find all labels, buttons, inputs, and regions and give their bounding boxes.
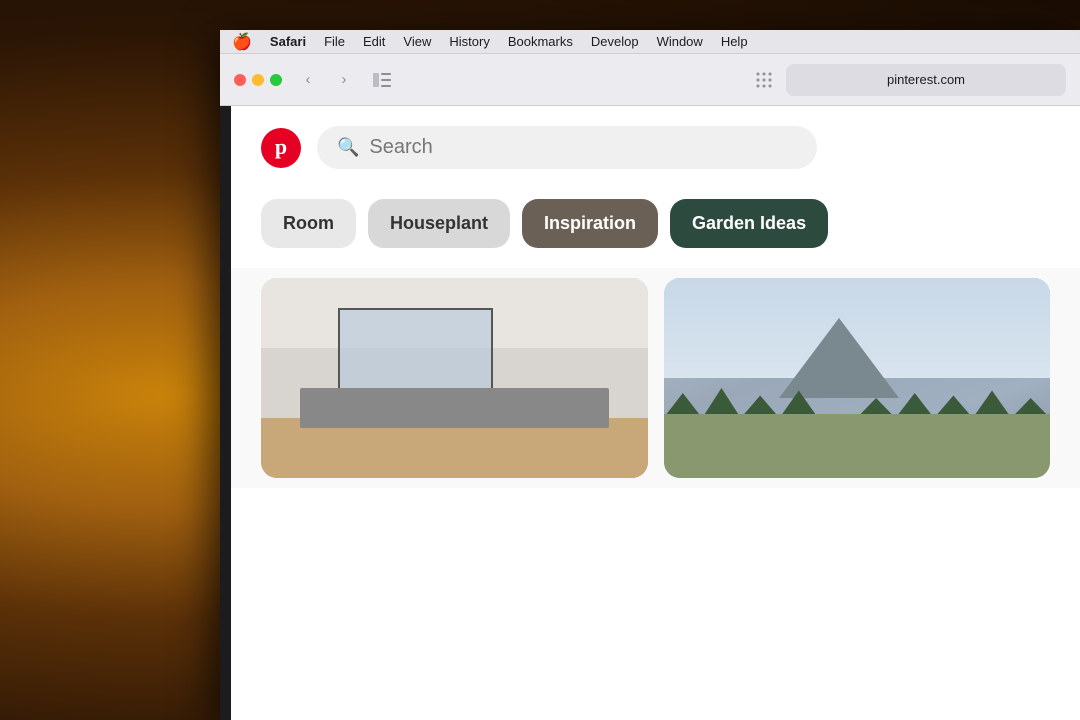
category-chip-inspiration[interactable]: Inspiration — [522, 199, 658, 248]
tab-grid-button[interactable] — [750, 66, 778, 94]
help-menu-item[interactable]: Help — [721, 34, 748, 49]
landscape-ground — [664, 414, 1051, 478]
pinterest-page: p 🔍 Search Room Houseplant Inspiration G… — [231, 106, 1080, 720]
pin-image-landscape — [664, 278, 1051, 478]
pin-card-landscape[interactable] — [664, 278, 1051, 478]
room-counter — [300, 388, 609, 428]
category-chip-garden-ideas[interactable]: Garden Ideas — [670, 199, 828, 248]
search-bar[interactable]: 🔍 Search — [317, 126, 817, 169]
close-button[interactable] — [234, 74, 246, 86]
landscape-mountain — [779, 318, 899, 398]
window-menu-item[interactable]: Window — [657, 34, 703, 49]
traffic-lights — [234, 74, 282, 86]
pin-grid — [231, 268, 1080, 488]
category-chip-room[interactable]: Room — [261, 199, 356, 248]
edit-menu-item[interactable]: Edit — [363, 34, 385, 49]
landscape-detail — [664, 278, 1051, 478]
pinterest-header: p 🔍 Search — [231, 106, 1080, 189]
category-chip-houseplant[interactable]: Houseplant — [368, 199, 510, 248]
pin-card-interior[interactable] — [261, 278, 648, 478]
pinterest-logo[interactable]: p — [261, 128, 301, 168]
history-menu-item[interactable]: History — [449, 34, 489, 49]
minimize-button[interactable] — [252, 74, 264, 86]
maximize-button[interactable] — [270, 74, 282, 86]
pinterest-logo-letter: p — [275, 134, 287, 160]
view-menu-item[interactable]: View — [403, 34, 431, 49]
address-bar-input[interactable] — [786, 64, 1066, 96]
room-detail — [261, 278, 648, 478]
sidebar-toggle-button[interactable] — [368, 66, 396, 94]
safari-toolbar: ‹ › — [220, 54, 1080, 106]
forward-button[interactable]: › — [330, 66, 358, 94]
macos-menu-bar: 🍎 Safari File Edit View History Bookmark… — [220, 30, 1080, 54]
back-button[interactable]: ‹ — [294, 66, 322, 94]
address-bar-container — [404, 64, 1066, 96]
search-icon: 🔍 — [337, 137, 359, 158]
develop-menu-item[interactable]: Develop — [591, 34, 639, 49]
pin-image-interior — [261, 278, 648, 478]
safari-menu-item[interactable]: Safari — [270, 34, 306, 49]
category-row: Room Houseplant Inspiration Garden Ideas — [231, 189, 1080, 268]
file-menu-item[interactable]: File — [324, 34, 345, 49]
bookmarks-menu-item[interactable]: Bookmarks — [508, 34, 573, 49]
apple-menu[interactable]: 🍎 — [232, 32, 252, 52]
search-placeholder-text: Search — [369, 136, 432, 159]
